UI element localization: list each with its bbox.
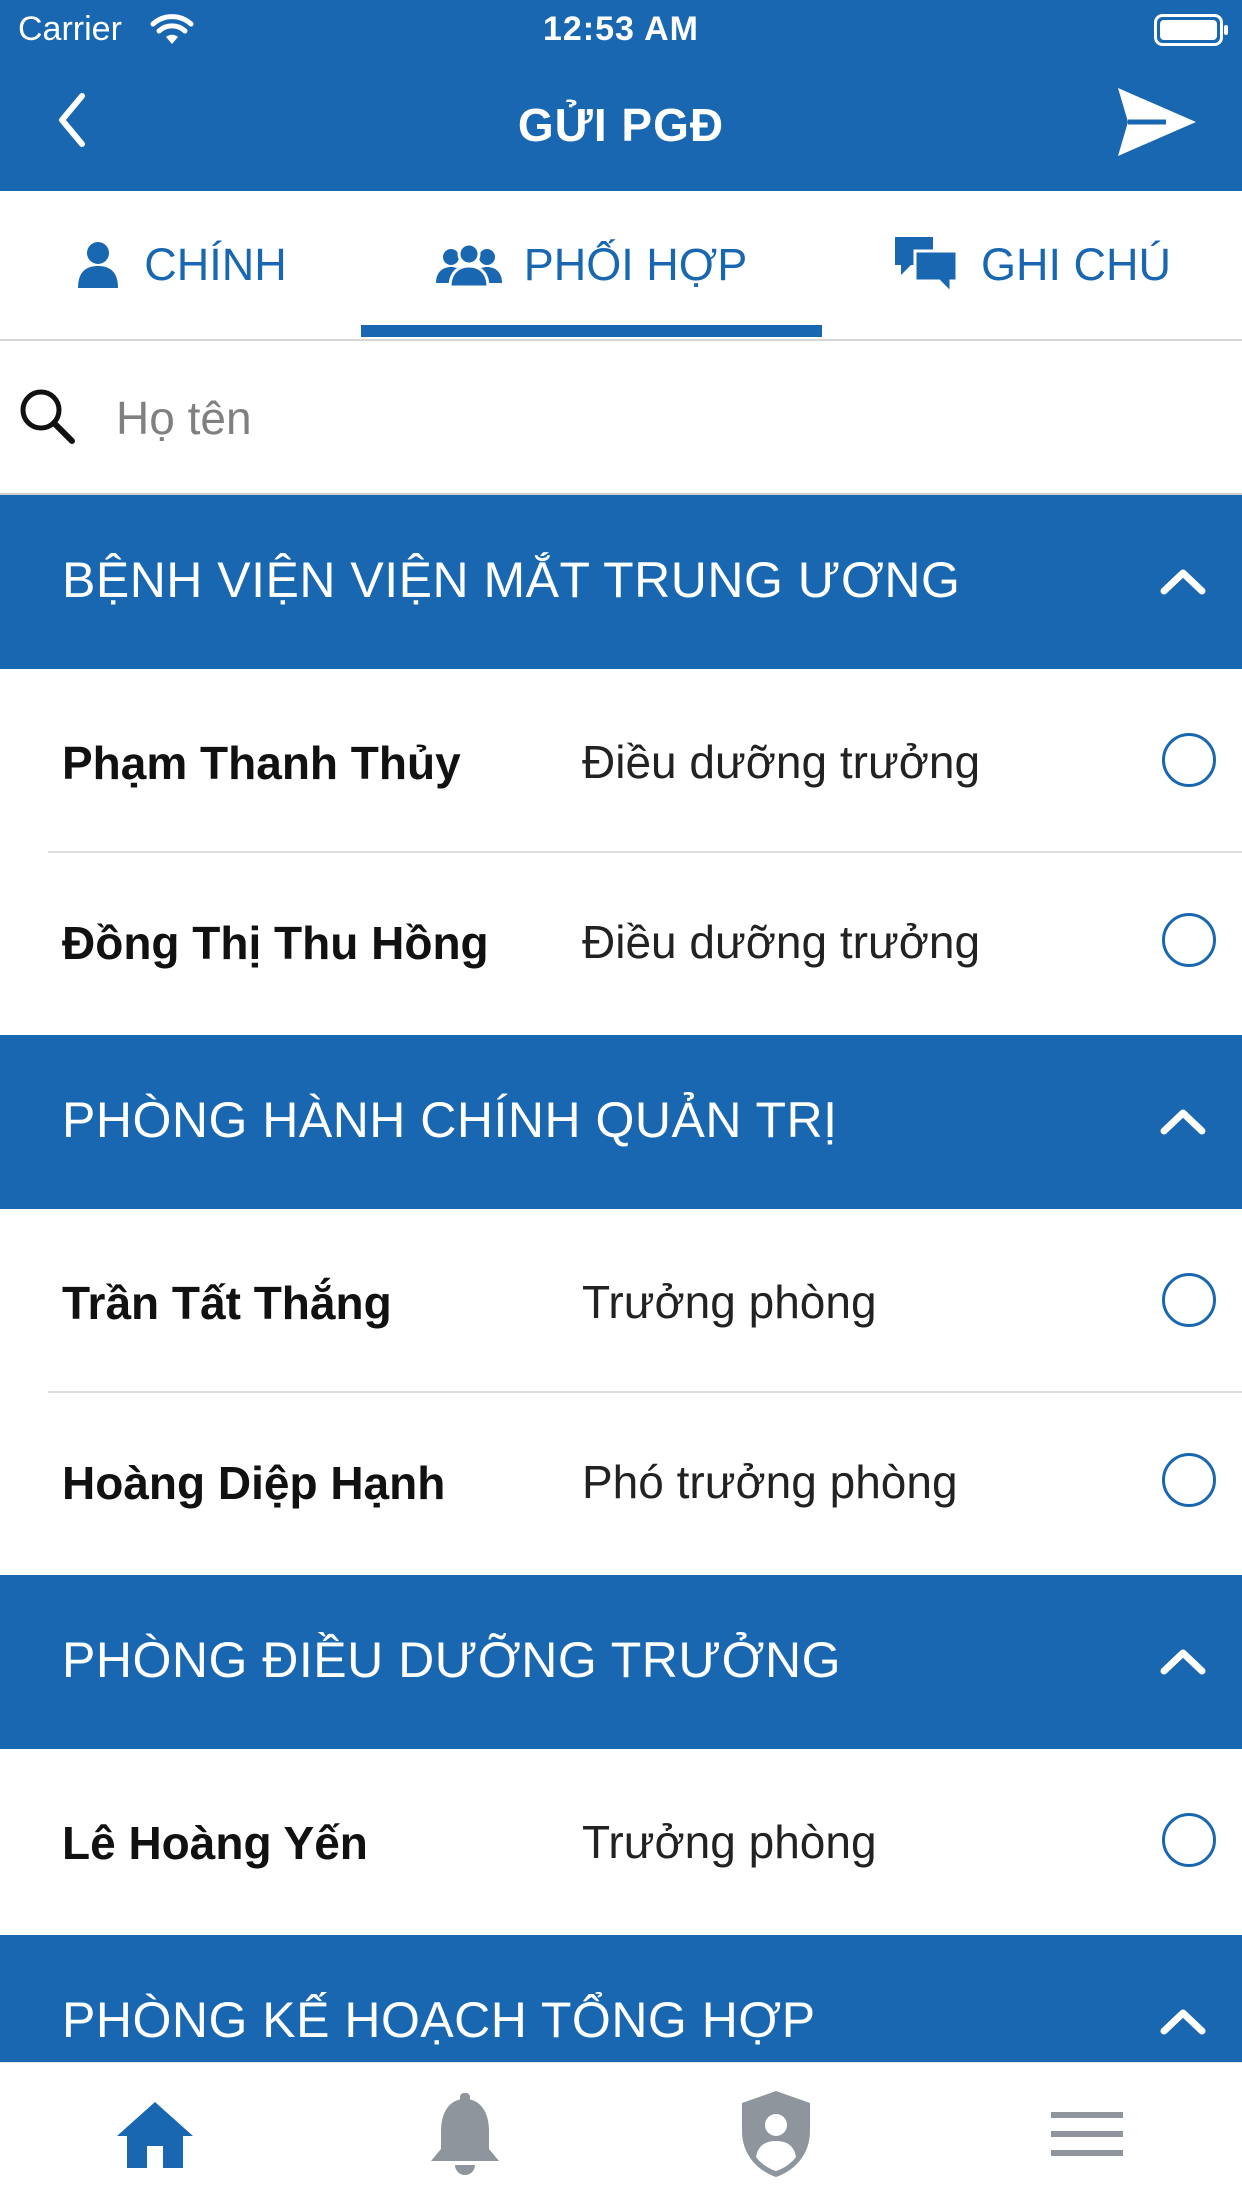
member-role: Trưởng phòng — [582, 1816, 877, 1868]
member-name: Phạm Thanh Thủy — [62, 737, 461, 789]
search-bar — [0, 341, 1242, 495]
member-name: Hoàng Diệp Hạnh — [62, 1457, 446, 1509]
group-header[interactable]: PHÒNG HÀNH CHÍNH QUẢN TRỊ — [0, 1035, 1242, 1209]
send-button[interactable] — [1114, 82, 1200, 162]
home-icon — [117, 2102, 193, 2168]
member-name: Trần Tất Thắng — [62, 1277, 392, 1329]
active-tab-indicator — [361, 325, 822, 337]
tab-bar: CHÍNH PHỐI HỢP GHI CHÚ — [0, 191, 1242, 341]
tab-phoi-hop[interactable]: PHỐI HỢP — [361, 191, 822, 339]
status-time: 12:53 AM — [542, 10, 700, 48]
member-role: Điều dưỡng trưởng — [582, 916, 981, 968]
list-item[interactable]: Hoàng Diệp Hạnh Phó trưởng phòng — [0, 1393, 1242, 1573]
nav-home[interactable] — [110, 2089, 200, 2179]
chat-icon — [895, 237, 959, 295]
shield-user-icon — [742, 2091, 810, 2177]
chevron-up-icon — [1160, 569, 1206, 595]
select-radio[interactable] — [1162, 1813, 1216, 1867]
list-item[interactable]: Lê Hoàng Yến Trưởng phòng — [0, 1753, 1242, 1933]
member-name: Lê Hoàng Yến — [62, 1817, 368, 1869]
select-radio[interactable] — [1162, 1453, 1216, 1507]
bottom-nav — [0, 2062, 1242, 2209]
member-role: Trưởng phòng — [582, 1276, 877, 1328]
group-header[interactable]: PHÒNG ĐIỀU DƯỠNG TRƯỞNG — [0, 1575, 1242, 1749]
member-role: Điều dưỡng trưởng — [582, 736, 981, 788]
select-radio[interactable] — [1162, 733, 1216, 787]
group-title: BỆNH VIỆN VIỆN MẮT TRUNG ƯƠNG — [62, 552, 961, 608]
tab-ghi-chu[interactable]: GHI CHÚ — [822, 191, 1242, 339]
menu-icon — [1051, 2112, 1123, 2156]
group-title: PHÒNG ĐIỀU DƯỠNG TRƯỞNG — [62, 1632, 841, 1688]
person-icon — [78, 242, 119, 288]
select-radio[interactable] — [1162, 1273, 1216, 1327]
tab-label: GHI CHÚ — [981, 239, 1171, 290]
page-title: GỬI PGĐ — [517, 99, 725, 151]
member-role: Phó trưởng phòng — [582, 1456, 958, 1508]
tab-label: PHỐI HỢP — [523, 239, 748, 290]
battery-icon — [1154, 14, 1228, 46]
chevron-up-icon — [1160, 1109, 1206, 1135]
list-item[interactable]: Phạm Thanh Thủy Điều dưỡng trưởng — [0, 673, 1242, 853]
bell-icon — [431, 2093, 499, 2175]
send-icon — [1118, 88, 1196, 156]
chevron-up-icon — [1160, 2009, 1206, 2035]
tab-chinh[interactable]: CHÍNH — [0, 191, 361, 339]
search-icon — [18, 387, 78, 452]
group-title: PHÒNG HÀNH CHÍNH QUẢN TRỊ — [62, 1092, 838, 1148]
group-icon — [435, 243, 502, 287]
group-title: PHÒNG KẾ HOẠCH TỔNG HỢP — [62, 1992, 816, 2048]
nav-menu[interactable] — [1042, 2089, 1132, 2179]
group-header[interactable]: BỆNH VIỆN VIỆN MẮT TRUNG ƯƠNG — [0, 495, 1242, 669]
select-radio[interactable] — [1162, 913, 1216, 967]
app-bar: Carrier 12:53 AM GỬI PGĐ — [0, 0, 1242, 191]
member-name: Đồng Thị Thu Hồng — [62, 917, 489, 969]
nav-notifications[interactable] — [420, 2089, 510, 2179]
tab-label: CHÍNH — [144, 239, 287, 290]
nav-account[interactable] — [731, 2089, 821, 2179]
chevron-up-icon — [1160, 1649, 1206, 1675]
list-item[interactable]: Trần Tất Thắng Trưởng phòng — [0, 1213, 1242, 1393]
search-input[interactable] — [114, 381, 1118, 455]
status-bar: Carrier 12:53 AM — [0, 0, 1242, 62]
list-item[interactable]: Đồng Thị Thu Hồng Điều dưỡng trưởng — [0, 853, 1242, 1033]
